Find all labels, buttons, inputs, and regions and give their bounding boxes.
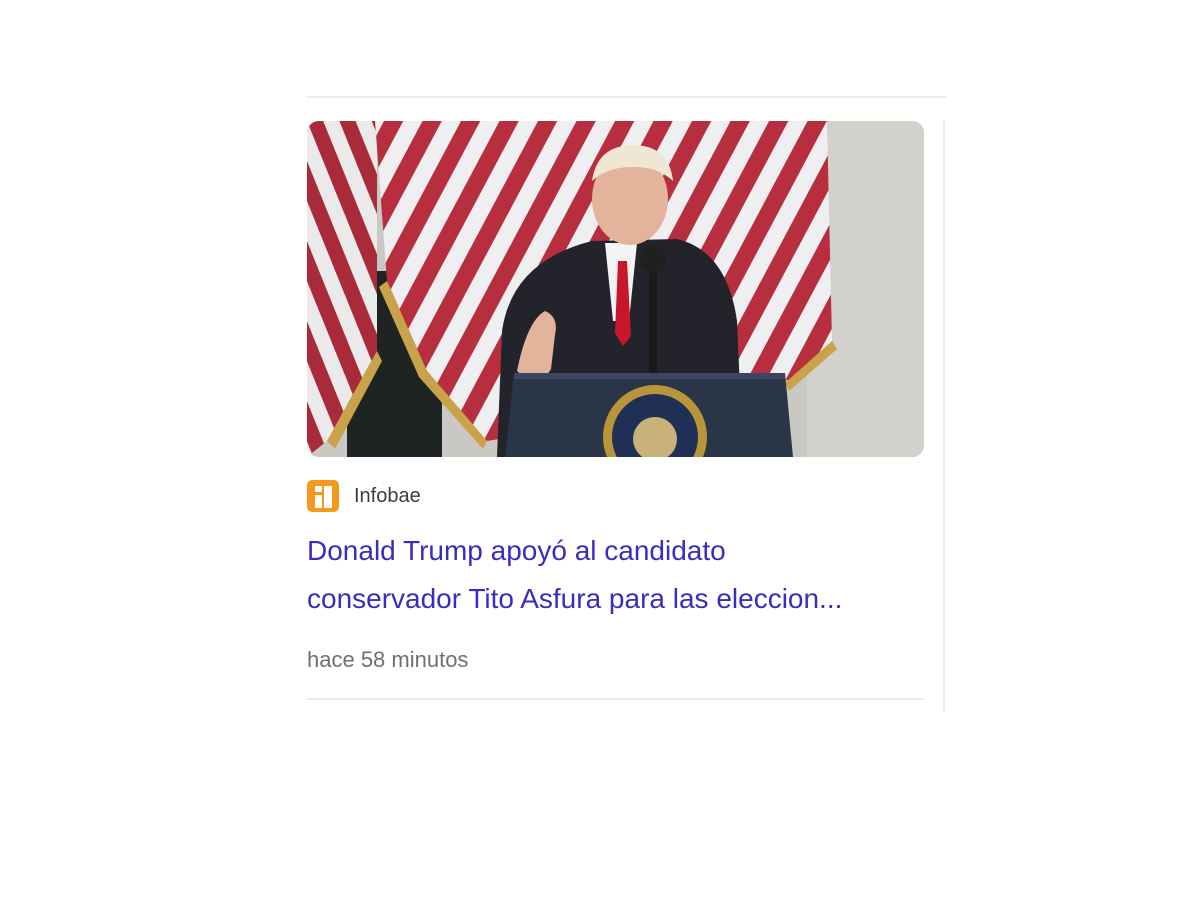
thumbnail-illustration — [307, 121, 924, 457]
bottom-divider — [307, 698, 924, 700]
news-headline-link[interactable]: Donald Trump apoyó al candidato conserva… — [307, 527, 924, 623]
infobae-logo-icon — [307, 480, 339, 512]
news-thumbnail-image[interactable] — [307, 121, 924, 457]
headline-line-1: Donald Trump apoyó al candidato — [307, 535, 726, 566]
news-source[interactable]: Infobae — [307, 480, 421, 512]
news-card[interactable]: Infobae Donald Trump apoyó al candidato … — [307, 121, 924, 701]
news-timestamp: hace 58 minutos — [307, 647, 469, 672]
top-divider — [307, 96, 947, 98]
card-separator — [943, 121, 945, 711]
source-name: Infobae — [354, 485, 421, 507]
headline-line-2: conservador Tito Asfura para las eleccio… — [307, 583, 843, 614]
